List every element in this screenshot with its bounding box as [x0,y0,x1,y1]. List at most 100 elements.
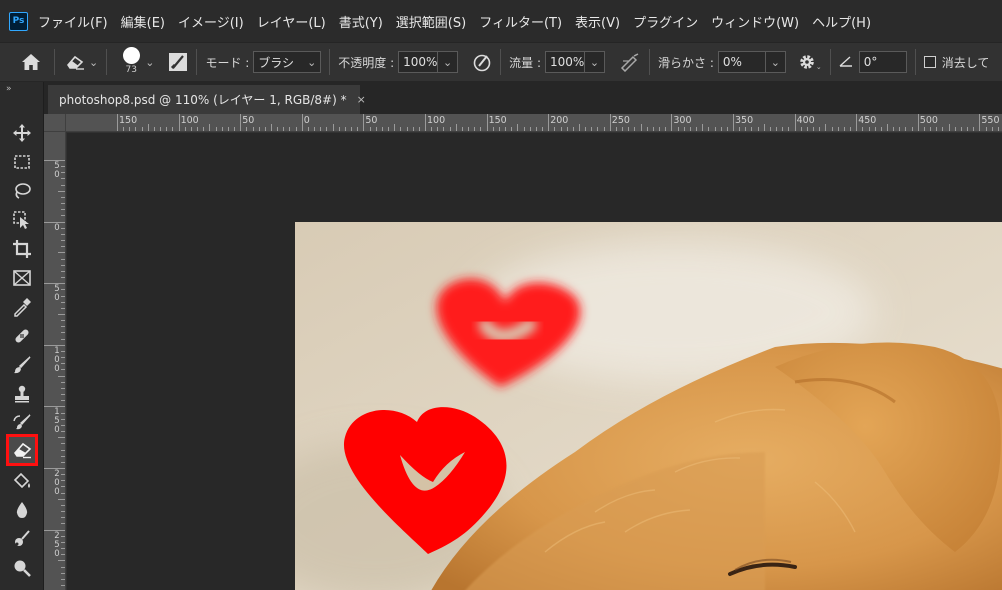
ruler-minor-tick [61,184,65,186]
ruler-minor-tick [923,127,925,131]
marquee-tool[interactable] [8,148,36,176]
blur-tool[interactable] [8,496,36,524]
ruler-minor-tick [61,387,65,389]
eyedropper-tool[interactable] [8,293,36,321]
ruler-tick [671,114,673,131]
chevron-down-icon: ⌄ [307,55,317,69]
menu-window[interactable]: ウィンドウ(W) [711,12,799,31]
menu-file[interactable]: ファイル(F) [38,12,108,31]
ruler-minor-tick [948,124,950,131]
document-canvas-image[interactable] [295,222,1002,590]
airbrush-button[interactable] [619,52,641,72]
brush-size-picker[interactable]: 73 [119,47,143,75]
ruler-minor-tick [628,127,630,131]
ruler-tick [486,114,488,131]
erase-history-checkbox[interactable] [923,56,936,68]
smoothing-dropdown[interactable]: ⌄ [765,51,786,73]
flow-dropdown[interactable]: ⌄ [585,51,606,73]
ruler-minor-tick [209,124,211,131]
smoothing-options-button[interactable]: ⌄ [798,53,822,71]
ruler-minor-tick [769,127,771,131]
ruler-corner[interactable] [44,114,66,132]
ruler-minor-tick [652,127,654,131]
ruler-minor-tick [406,127,408,131]
move-icon [13,124,31,142]
menu-filter[interactable]: フィルター(T) [479,12,562,31]
object-selection-tool[interactable] [8,206,36,234]
tool-preset-picker[interactable]: ⌄ [65,54,98,70]
ruler-minor-tick [61,215,65,217]
vertical-ruler[interactable]: 50 0 50 100 150 200 250 [44,132,66,590]
ruler-minor-tick [264,127,266,131]
ruler-label: 150 [54,407,60,436]
ruler-minor-tick [61,369,65,371]
chevron-down-icon[interactable]: ⌄ [145,56,154,69]
clone-stamp-tool[interactable] [8,380,36,408]
menu-type[interactable]: 書式(Y) [339,12,383,31]
eraser-tool[interactable] [6,434,38,466]
ruler-minor-tick [505,127,507,131]
menu-image[interactable]: イメージ(I) [178,12,244,31]
horizontal-ruler[interactable]: 150 100 50 0 50 100 150 200 250 300 350 400 450 500 55… [66,114,1002,132]
close-icon[interactable]: × [357,93,366,106]
opacity-dropdown[interactable]: ⌄ [438,51,459,73]
paint-bucket-tool[interactable] [8,467,36,495]
brush-settings-button[interactable] [168,52,188,72]
ruler-minor-tick [61,307,65,309]
ruler-minor-tick [61,572,65,574]
menu-view[interactable]: 表示(V) [575,12,620,31]
ruler-minor-tick [880,127,882,131]
flow-label: 流量 : [509,55,542,70]
ruler-minor-tick [58,190,65,192]
menu-layer[interactable]: レイヤー(L) [257,12,326,31]
ruler-minor-tick [782,127,784,131]
ruler-minor-tick [221,127,223,131]
ruler-label: 150 [119,115,138,126]
ruler-minor-tick [61,350,65,352]
ruler-minor-tick [246,127,248,131]
separator [196,49,198,75]
menu-help[interactable]: ヘルプ(H) [812,12,871,31]
chevron-down-icon: ⌄ [815,63,822,71]
document-tab[interactable]: photoshop8.psd @ 110% (レイヤー 1, RGB/8#) *… [48,85,366,114]
move-tool[interactable] [8,119,36,147]
ruler-minor-tick [61,326,65,328]
ruler-minor-tick [720,127,722,131]
ruler-minor-tick [58,314,65,315]
frame-tool[interactable] [8,264,36,292]
history-brush-tool[interactable] [8,409,36,437]
ruler-minor-tick [61,400,65,402]
smoothing-input[interactable]: 0% [717,51,766,73]
collapse-panel-icon[interactable]: » [0,82,43,98]
crop-tool[interactable] [8,235,36,263]
lasso-tool[interactable] [8,177,36,205]
ruler-minor-tick [227,127,229,131]
ruler-tick [117,114,118,131]
ruler-minor-tick [819,127,821,131]
menu-edit[interactable]: 編集(E) [121,12,165,31]
brush-tool[interactable] [8,351,36,379]
opacity-input[interactable]: 100% [398,51,439,73]
dodge-tool[interactable] [8,554,36,582]
ruler-minor-tick [61,357,65,359]
ruler-minor-tick [61,535,65,537]
ruler-minor-tick [61,166,65,168]
healing-brush-tool[interactable] [8,322,36,350]
ruler-minor-tick [295,127,297,131]
ruler-minor-tick [283,127,285,131]
flow-input[interactable]: 100% [545,51,586,73]
menu-plugins[interactable]: プラグイン [633,12,698,31]
canvas-workspace[interactable] [67,133,1002,590]
ruler-label: 100 [427,115,446,126]
angle-input[interactable]: 0° [858,51,907,73]
ruler-minor-tick [936,127,938,131]
mode-select[interactable]: ブラシ ⌄ [253,51,322,73]
smudge-tool[interactable] [8,525,36,553]
pressure-opacity-button[interactable] [472,52,492,72]
ruler-minor-tick [696,127,698,131]
ruler-minor-tick [461,127,463,131]
home-button[interactable] [16,53,46,71]
ruler-minor-tick [554,127,556,131]
ruler-label: 200 [550,115,569,126]
menu-select[interactable]: 選択範囲(S) [396,12,466,31]
